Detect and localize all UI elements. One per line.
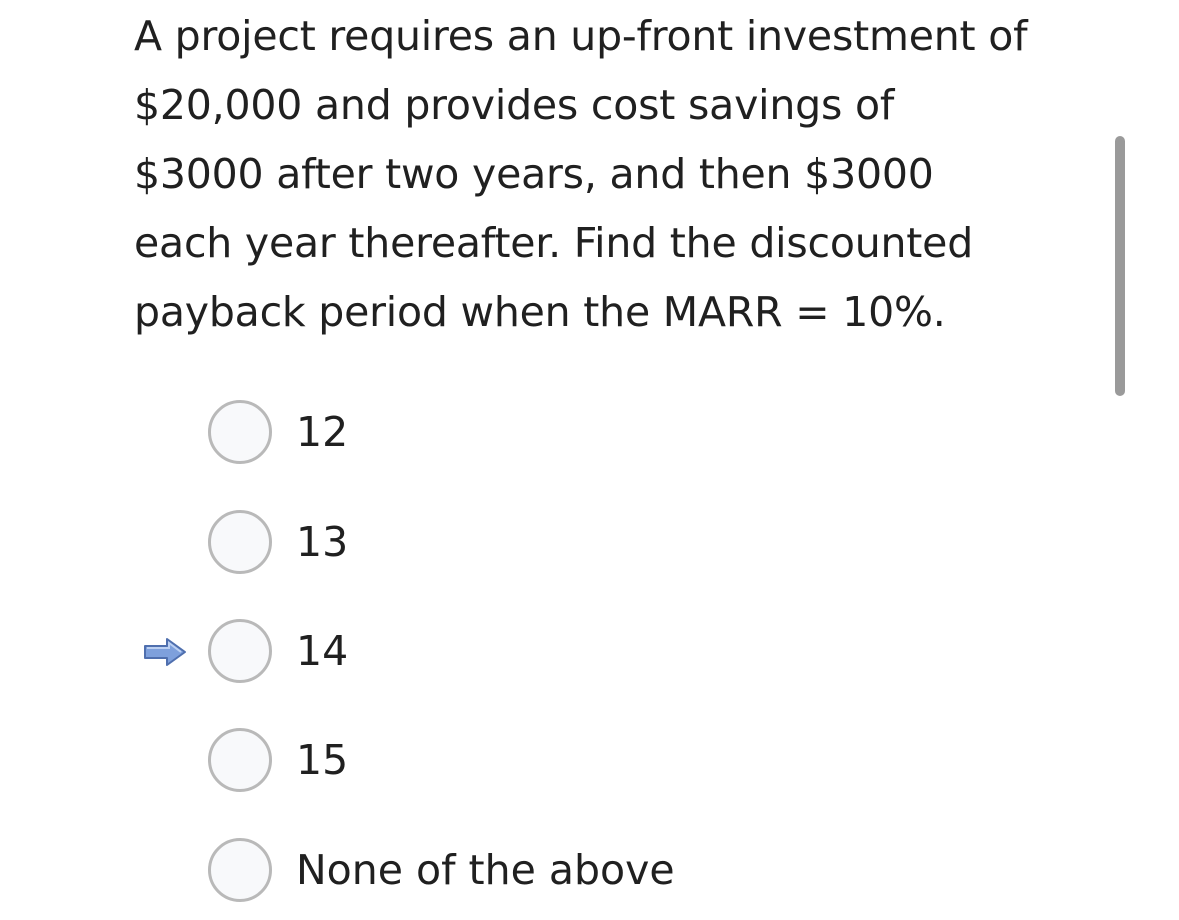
radio-button[interactable] — [208, 400, 272, 464]
option-13[interactable]: 13 — [208, 506, 348, 578]
radio-button[interactable] — [208, 510, 272, 574]
option-none-of-the-above[interactable]: None of the above — [208, 834, 675, 906]
option-label: 13 — [296, 517, 349, 566]
option-12[interactable]: 12 — [208, 396, 348, 468]
option-label: 12 — [296, 407, 349, 456]
radio-button[interactable] — [208, 838, 272, 902]
radio-button[interactable] — [208, 619, 272, 683]
option-label: 15 — [296, 735, 349, 784]
option-14[interactable]: 14 — [208, 615, 348, 687]
option-15[interactable]: 15 — [208, 724, 348, 796]
scrollbar-thumb[interactable] — [1115, 136, 1125, 396]
right-arrow-icon — [144, 638, 186, 666]
option-label: None of the above — [296, 845, 675, 894]
radio-button[interactable] — [208, 728, 272, 792]
option-label: 14 — [296, 626, 349, 675]
answer-options: 12 13 14 15 None of the above — [0, 0, 1179, 920]
